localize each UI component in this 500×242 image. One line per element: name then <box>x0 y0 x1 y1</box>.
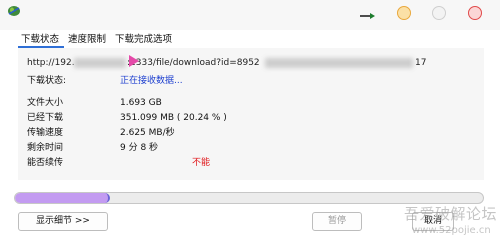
download-url: http://192. :2333/file/download?id=8952 … <box>27 57 467 69</box>
redacted-host <box>74 58 126 68</box>
info-label: 剩余时间 <box>27 143 64 153</box>
info-label: 已经下载 <box>27 113 64 123</box>
tab-download-status[interactable]: 下载状态 <box>21 33 59 47</box>
pause-button[interactable]: 暂停 <box>312 212 362 231</box>
redacted-id <box>265 58 413 68</box>
close-button[interactable] <box>468 6 482 20</box>
info-label: 文件大小 <box>27 98 64 108</box>
arrow-icon <box>360 13 375 19</box>
url-suffix: 17 <box>415 58 427 68</box>
info-label: 能否续传 <box>27 158 64 168</box>
info-value: 不能 <box>192 158 211 168</box>
tab-completion-options[interactable]: 下载完成选项 <box>115 33 172 47</box>
watermark-text: 吾爱破解论坛 <box>404 205 498 223</box>
info-row-remaining: 剩余时间 9 分 8 秒 <box>27 142 327 154</box>
info-row-file-size: 文件大小 1.693 GB <box>27 97 327 109</box>
status-value: 正在接收数据... <box>120 76 183 86</box>
watermark: 吾爱破解论坛 www.52pojie.cn <box>404 203 500 242</box>
watermark-url: www.52pojie.cn <box>412 225 491 236</box>
minimize-button[interactable] <box>397 6 411 20</box>
info-value: 1.693 GB <box>120 98 162 108</box>
info-row-resume: 能否续传 不能 <box>27 157 327 169</box>
info-value: 351.099 MB ( 20.24 % ) <box>120 113 227 123</box>
info-value: 2.625 MB/秒 <box>120 128 175 138</box>
globe-icon <box>8 6 20 16</box>
tab-speed-limit[interactable]: 速度限制 <box>68 33 106 47</box>
download-status-row: 下载状态: 正在接收数据... <box>27 75 327 87</box>
show-details-button[interactable]: 显示细节 >> <box>18 212 108 231</box>
url-prefix: http://192. <box>27 58 75 68</box>
url-path: :2333/file/download?id=8952 <box>127 58 260 68</box>
cursor-icon <box>129 55 139 67</box>
progress-fill <box>15 193 110 203</box>
info-row-downloaded: 已经下载 351.099 MB ( 20.24 % ) <box>27 112 327 124</box>
maximize-button[interactable] <box>432 6 446 20</box>
info-label: 传输速度 <box>27 128 64 138</box>
title-bar <box>0 0 500 30</box>
status-label: 下载状态: <box>27 76 67 86</box>
info-row-speed: 传输速度 2.625 MB/秒 <box>27 127 327 139</box>
info-value: 9 分 8 秒 <box>120 143 159 153</box>
